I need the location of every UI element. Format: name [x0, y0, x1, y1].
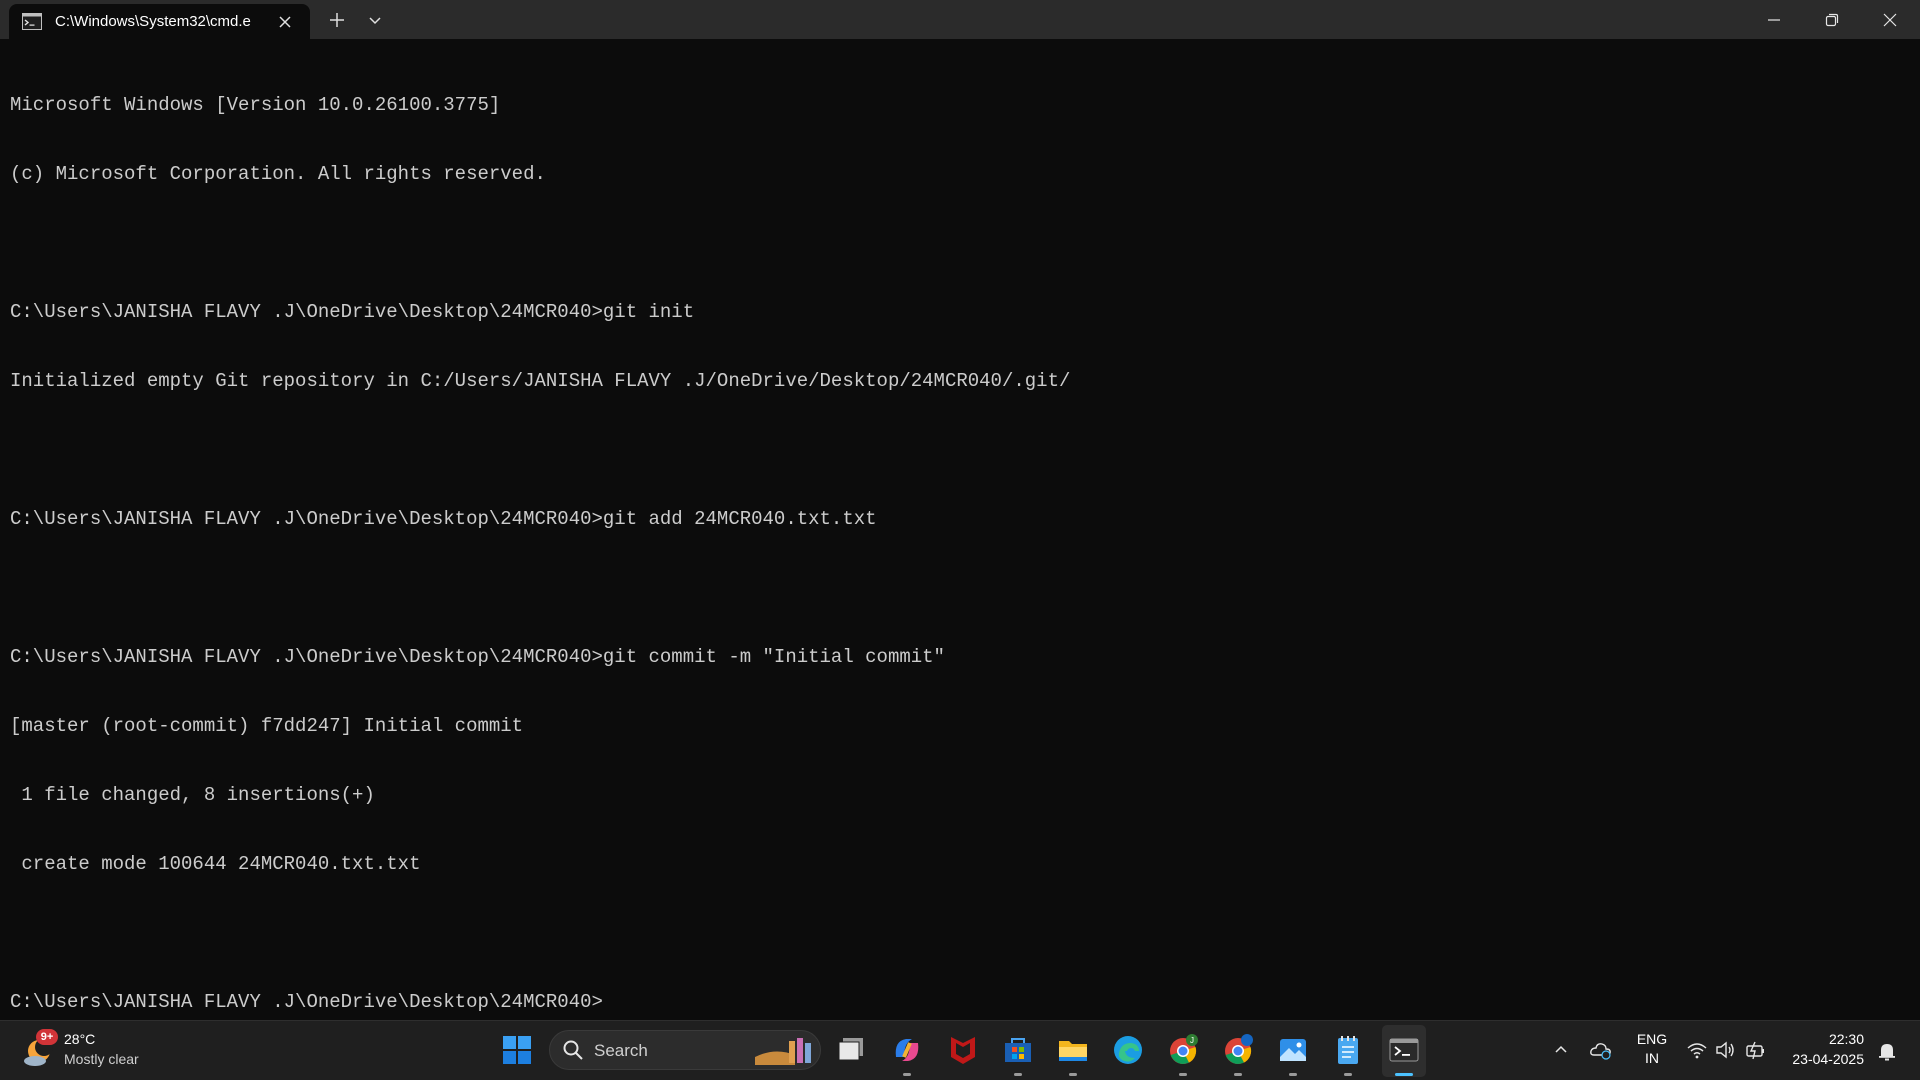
notepad-icon[interactable]: [1331, 1033, 1365, 1067]
running-indicator: [903, 1073, 911, 1076]
close-button[interactable]: [1862, 0, 1918, 39]
running-indicator: [1289, 1073, 1297, 1076]
onedrive-icon[interactable]: [1589, 1038, 1613, 1062]
tab-cmd[interactable]: C:\Windows\System32\cmd.e: [9, 4, 310, 39]
weather-temperature: 28°C: [64, 1031, 96, 1047]
search-box[interactable]: Search: [549, 1030, 821, 1070]
console-line: 1 file changed, 8 insertions(+): [10, 784, 375, 806]
input-region[interactable]: IN: [1636, 1050, 1668, 1066]
running-indicator: [1014, 1073, 1022, 1076]
console-line: C:\Users\JANISHA FLAVY .J\OneDrive\Deskt…: [10, 301, 695, 323]
running-indicator: [1069, 1073, 1077, 1076]
restore-icon: [1825, 13, 1839, 26]
title-bar: C:\Windows\System32\cmd.e: [0, 0, 1920, 39]
chevron-down-icon[interactable]: [364, 9, 386, 31]
weather-condition: Mostly clear: [64, 1051, 139, 1067]
chrome-icon[interactable]: [1221, 1033, 1255, 1067]
mcafee-icon[interactable]: [946, 1033, 980, 1067]
running-indicator: [1344, 1073, 1352, 1076]
console-line: Microsoft Windows [Version 10.0.26100.37…: [10, 94, 501, 116]
chrome-profile-j-icon[interactable]: J: [1166, 1033, 1200, 1067]
console-line: C:\Users\JANISHA FLAVY .J\OneDrive\Deskt…: [10, 646, 945, 668]
tab-title: C:\Windows\System32\cmd.e: [55, 13, 251, 30]
running-indicator: [1179, 1073, 1187, 1076]
console-prompt[interactable]: C:\Users\JANISHA FLAVY .J\OneDrive\Deskt…: [10, 991, 1910, 1014]
minimize-icon: [1768, 18, 1780, 21]
edge-icon[interactable]: [1111, 1033, 1145, 1067]
console-line: [master (root-commit) f7dd247] Initial c…: [10, 715, 524, 737]
copilot-icon[interactable]: [890, 1033, 924, 1067]
search-icon: [563, 1040, 583, 1060]
minimize-button[interactable]: [1746, 0, 1802, 39]
search-highlight-icon: [755, 1038, 811, 1065]
volume-icon[interactable]: [1714, 1039, 1736, 1061]
notification-bell-icon[interactable]: [1876, 1040, 1898, 1062]
svg-text:J: J: [1190, 1036, 1194, 1045]
taskbar: 9+ 28°C Mostly clear Search J ENG IN 22:…: [0, 1020, 1920, 1080]
active-indicator: [1395, 1073, 1413, 1076]
restore-button[interactable]: [1804, 0, 1860, 39]
task-view-icon[interactable]: [834, 1033, 868, 1067]
clock-date[interactable]: 23-04-2025: [1780, 1051, 1864, 1067]
chevron-up-icon[interactable]: [1553, 1041, 1569, 1057]
clock-time[interactable]: 22:30: [1780, 1031, 1864, 1047]
close-tab-icon[interactable]: [275, 12, 295, 32]
running-indicator: [1234, 1073, 1242, 1076]
microsoft-store-icon[interactable]: [1001, 1033, 1035, 1067]
console-output[interactable]: Microsoft Windows [Version 10.0.26100.37…: [10, 48, 1910, 1037]
battery-charging-icon[interactable]: [1744, 1039, 1768, 1061]
search-placeholder: Search: [594, 1041, 648, 1060]
wifi-icon[interactable]: [1686, 1039, 1708, 1061]
close-icon: [1883, 13, 1897, 26]
notification-badge: 9+: [36, 1029, 58, 1045]
language-indicator[interactable]: ENG: [1636, 1031, 1668, 1047]
console-line: create mode 100644 24MCR040.txt.txt: [10, 853, 421, 875]
console-line: C:\Users\JANISHA FLAVY .J\OneDrive\Deskt…: [10, 508, 877, 530]
cmd-icon: [22, 13, 42, 30]
console-line: Initialized empty Git repository in C:/U…: [10, 370, 1071, 392]
console-line: (c) Microsoft Corporation. All rights re…: [10, 163, 546, 185]
photos-icon[interactable]: [1276, 1033, 1310, 1067]
file-explorer-icon[interactable]: [1056, 1033, 1090, 1067]
terminal-icon[interactable]: [1387, 1033, 1421, 1067]
start-icon[interactable]: [502, 1035, 532, 1065]
plus-icon[interactable]: [326, 9, 348, 31]
